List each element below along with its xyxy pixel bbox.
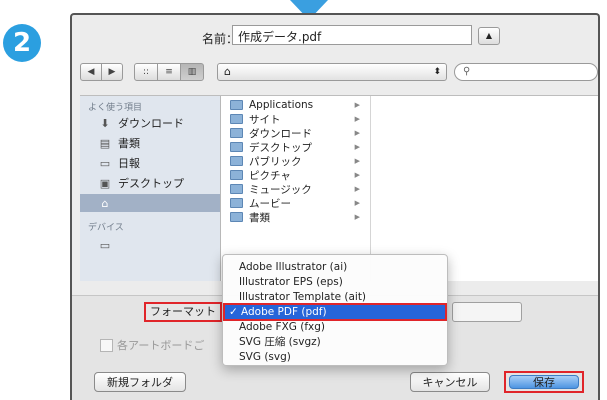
forward-button[interactable]: ▶	[101, 63, 123, 81]
column-view-icon: ▥	[187, 67, 197, 77]
menu-item-label: Adobe PDF (pdf)	[241, 306, 327, 318]
favorites-header: よく使う項目	[88, 103, 143, 113]
save-button-highlight: 保存	[504, 371, 584, 393]
folder-icon	[230, 198, 243, 208]
filename-input[interactable]: 作成データ.pdf	[232, 25, 472, 45]
save-button[interactable]: 保存	[509, 375, 579, 389]
folder-icon	[230, 170, 243, 180]
search-field[interactable]: ⚲	[454, 63, 598, 81]
list-item[interactable]: サイト ▶	[224, 112, 370, 126]
menu-item-eps[interactable]: Illustrator EPS (eps)	[223, 274, 447, 290]
devices-header: デバイス	[88, 223, 124, 233]
download-icon: ⬇	[100, 117, 110, 130]
menu-item-ai[interactable]: Adobe Illustrator (ai)	[223, 259, 447, 275]
sidebar-item-documents[interactable]: ▤ 書類	[80, 134, 220, 152]
home-icon: ⌂	[224, 65, 231, 78]
expand-dialog-button[interactable]: ▲	[478, 27, 500, 45]
forward-icon: ▶	[108, 67, 116, 77]
artboard-label: 各アートボードご	[117, 339, 205, 352]
list-item[interactable]: ピクチャ ▶	[224, 168, 370, 182]
format-select-background	[452, 302, 522, 322]
artboard-checkbox[interactable]	[100, 338, 113, 352]
chevron-right-icon: ▶	[354, 185, 360, 193]
sidebar-item-downloads[interactable]: ⬇ ダウンロード	[80, 114, 220, 132]
column-view-button[interactable]: ▥	[180, 63, 204, 81]
chevron-right-icon: ▶	[354, 213, 360, 221]
menu-item-svg[interactable]: SVG (svg)	[223, 349, 447, 365]
sidebar: よく使う項目 ⬇ ダウンロード ▤ 書類 ▭ 日報 ▣ デスクトップ ⌂ デバイ…	[80, 96, 221, 281]
folder-icon	[230, 142, 243, 152]
toolbar: ◀ ▶ :: ≡ ▥ ⌂ ⬍ ⚲	[72, 63, 598, 85]
home-icon: ⌂	[101, 197, 109, 210]
name-row: 名前： 作成データ.pdf ▲	[72, 23, 598, 49]
list-item[interactable]: ミュージック ▶	[224, 182, 370, 196]
search-icon: ⚲	[463, 66, 471, 77]
menu-item-svgz[interactable]: SVG 圧縮 (svgz)	[223, 334, 447, 350]
sidebar-item-desktop[interactable]: ▣ デスクトップ	[80, 174, 220, 192]
list-view-icon: ≡	[165, 67, 173, 77]
sidebar-item-label: ダウンロード	[118, 117, 184, 130]
sidebar-item-label: 日報	[118, 157, 140, 170]
chevron-right-icon: ▶	[354, 129, 360, 137]
location-select[interactable]: ⌂ ⬍	[217, 63, 447, 81]
list-item[interactable]: Applications ▶	[224, 98, 370, 112]
menu-item-fxg[interactable]: Adobe FXG (fxg)	[223, 319, 447, 335]
list-item[interactable]: パブリック ▶	[224, 154, 370, 168]
folder-icon	[230, 184, 243, 194]
folder-icon: ▭	[99, 157, 111, 170]
desktop-icon: ▣	[99, 177, 111, 190]
back-icon: ◀	[87, 67, 95, 77]
icon-view-button[interactable]: ::	[134, 63, 158, 81]
format-label: フォーマット	[144, 302, 222, 322]
folder-icon	[230, 156, 243, 166]
list-item[interactable]: ムービー ▶	[224, 196, 370, 210]
folder-icon	[230, 100, 243, 110]
chevron-right-icon: ▶	[354, 115, 360, 123]
back-button[interactable]: ◀	[80, 63, 102, 81]
step-number-badge: 2	[3, 24, 41, 62]
list-item[interactable]: デスクトップ ▶	[224, 140, 370, 154]
documents-icon: ▤	[99, 137, 111, 150]
checkmark-icon: ✓	[229, 306, 238, 318]
sidebar-item-label: デスクトップ	[118, 177, 184, 190]
sidebar-item-device[interactable]: ▭	[80, 236, 220, 254]
chevron-right-icon: ▶	[354, 143, 360, 151]
folder-icon	[230, 212, 243, 222]
icon-view-icon: ::	[142, 67, 150, 77]
disk-icon: ▭	[99, 239, 111, 252]
sidebar-item-daily-report[interactable]: ▭ 日報	[80, 154, 220, 172]
chevron-right-icon: ▶	[354, 157, 360, 165]
list-item[interactable]: ダウンロード ▶	[224, 126, 370, 140]
format-dropdown-menu: Adobe Illustrator (ai) Illustrator EPS (…	[222, 254, 448, 366]
sidebar-item-label: 書類	[118, 137, 140, 150]
sidebar-item-home[interactable]: ⌂	[80, 194, 220, 212]
chevron-right-icon: ▶	[354, 199, 360, 207]
new-folder-button[interactable]: 新規フォルダ	[94, 372, 186, 392]
folder-icon	[230, 114, 243, 124]
folder-icon	[230, 128, 243, 138]
artboard-option[interactable]: 各アートボードご	[100, 337, 204, 353]
list-view-button[interactable]: ≡	[157, 63, 181, 81]
chevron-right-icon: ▶	[354, 171, 360, 179]
list-item[interactable]: 書類 ▶	[224, 210, 370, 224]
select-arrows-icon: ⬍	[433, 67, 441, 77]
chevron-right-icon: ▶	[354, 101, 360, 109]
cancel-button[interactable]: キャンセル	[410, 372, 490, 392]
